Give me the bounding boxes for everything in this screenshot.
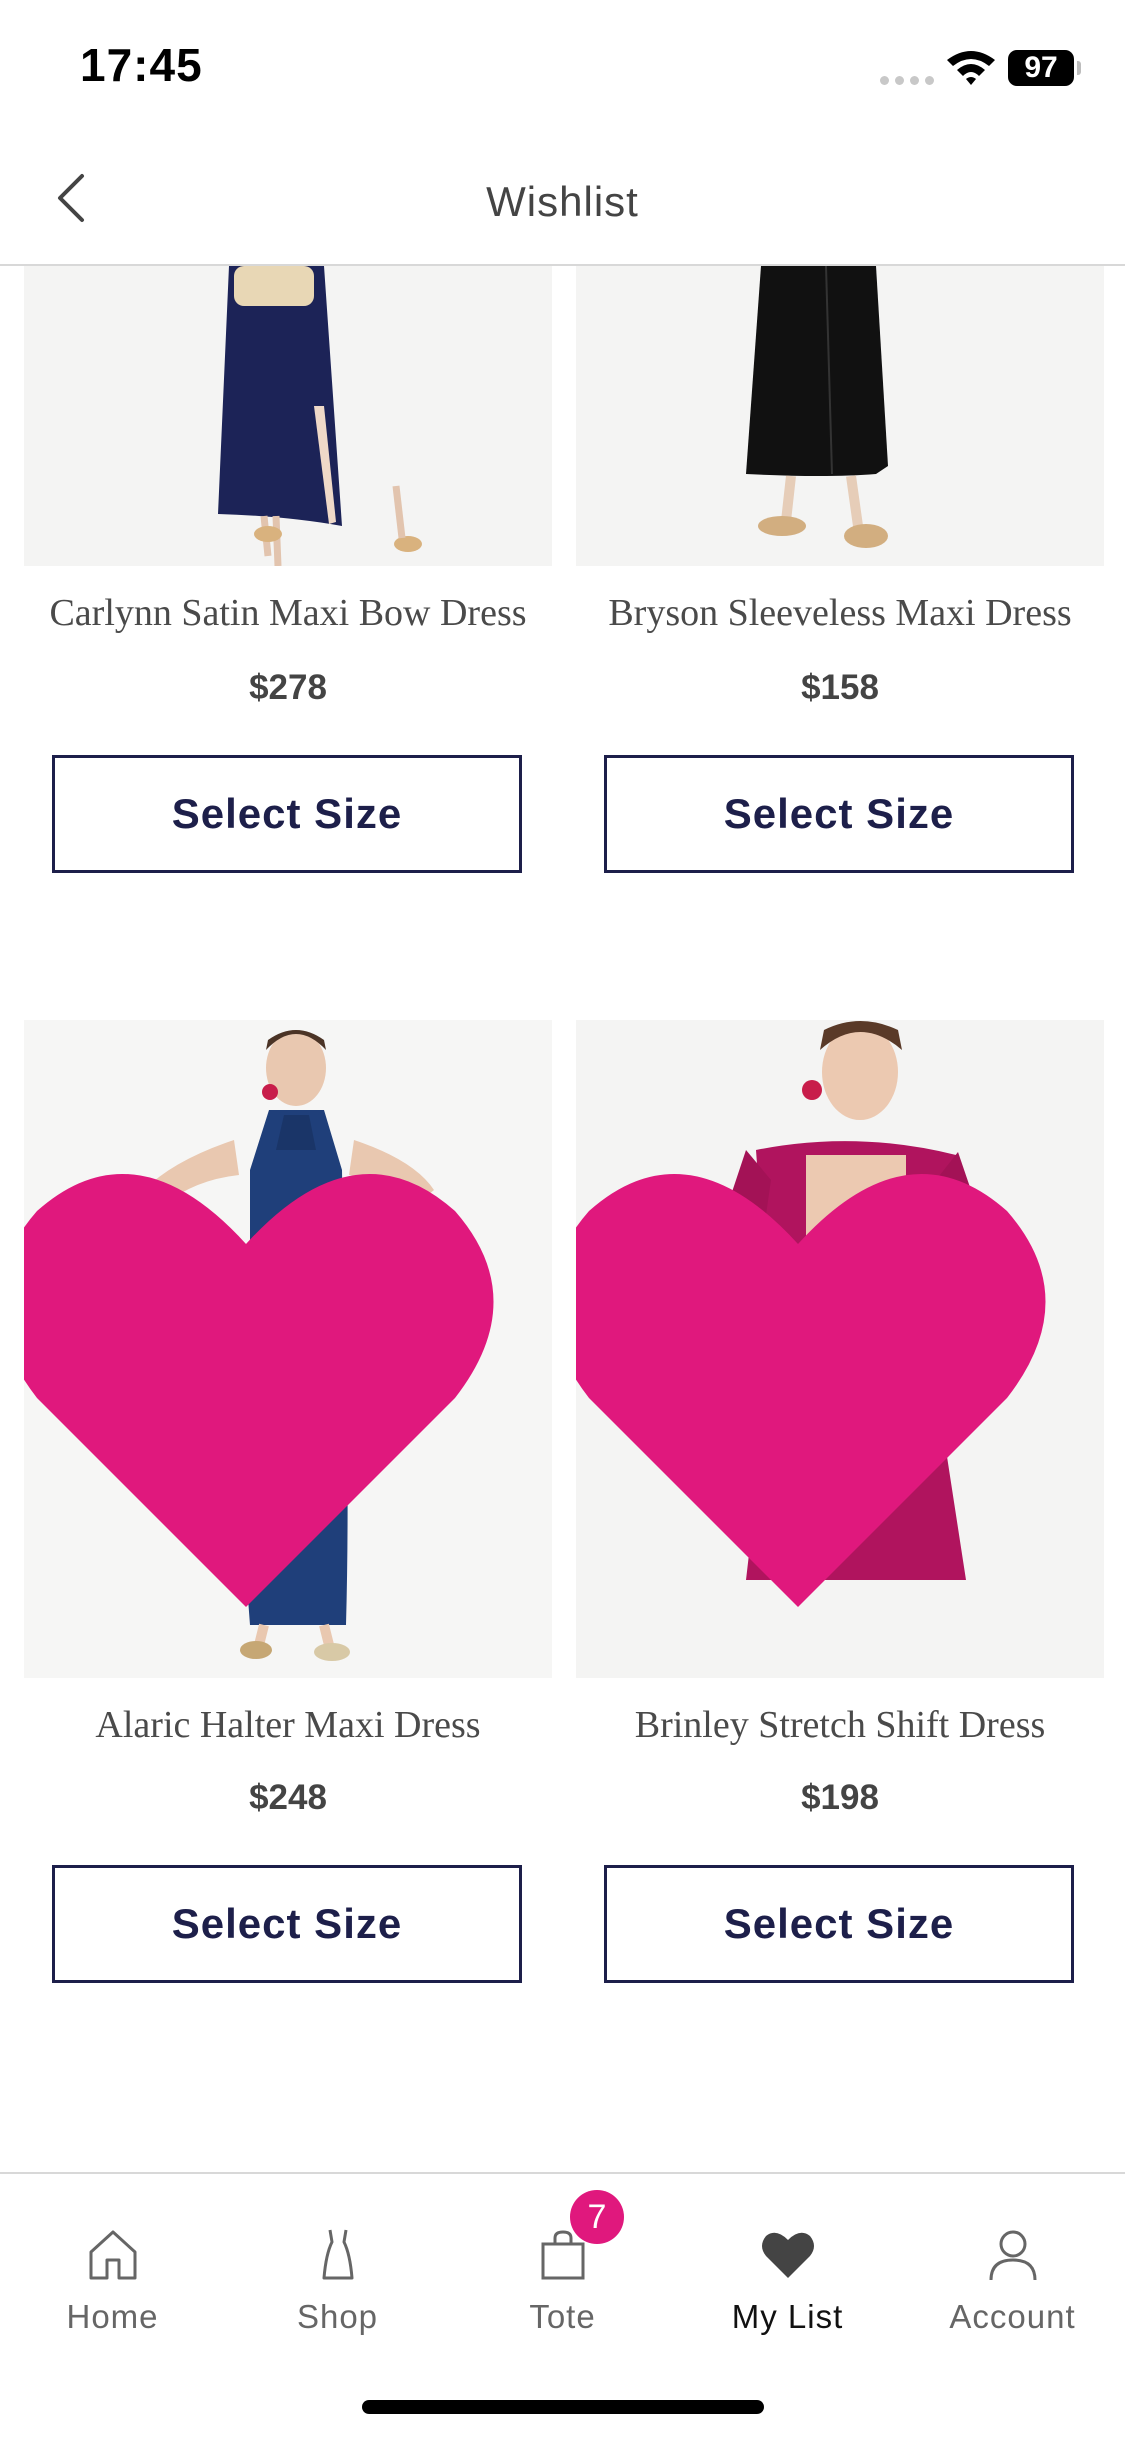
heart-filled-icon[interactable] [576,1058,1062,1678]
product-price: $278 [249,668,327,707]
product-price: $198 [801,1778,879,1817]
tote-count-badge: 7 [570,2190,624,2244]
product-price: $158 [801,668,879,707]
tab-my-list[interactable]: My List [675,2224,900,2336]
status-bar: 17:45 97 [0,0,1125,130]
home-icon [89,2230,136,2280]
select-size-button[interactable]: Select Size [52,755,522,873]
product-price: $248 [249,1778,327,1817]
product-name[interactable]: Alaric Halter Maxi Dress [14,1703,562,1747]
tab-label: My List [731,2298,844,2335]
status-time: 17:45 [80,39,203,91]
battery-cap [1077,61,1081,75]
product-image[interactable] [24,1020,552,1678]
product-image[interactable] [24,266,552,566]
product-name[interactable]: Carlynn Satin Maxi Bow Dress [14,591,562,635]
product-image[interactable] [576,1020,1104,1678]
dress-icon [322,2229,353,2280]
wifi-icon [947,51,995,85]
select-size-button[interactable]: Select Size [604,1865,1074,1983]
navigation-header: Wishlist [0,130,1125,266]
tab-tote[interactable]: Tote [450,2224,675,2336]
tab-label: Tote [529,2298,596,2335]
heart-filled-icon[interactable] [24,1058,510,1678]
battery-icon: 97 [1008,50,1074,86]
product-name[interactable]: Bryson Sleeveless Maxi Dress [566,591,1114,635]
tab-account[interactable]: Account [900,2224,1125,2336]
person-icon [989,2230,1036,2281]
home-indicator[interactable] [362,2400,764,2414]
tab-label: Home [66,2298,159,2335]
wishlist-grid: Carlynn Satin Maxi Bow Dress $278 Select… [0,266,1125,2172]
cellular-signal-icon [880,76,934,85]
heart-icon [761,2232,814,2278]
select-size-button[interactable]: Select Size [604,755,1074,873]
tab-shop[interactable]: Shop [225,2224,450,2336]
page-title: Wishlist [486,178,639,225]
product-image[interactable] [576,266,1104,566]
select-size-button[interactable]: Select Size [52,1865,522,1983]
tab-home[interactable]: Home [0,2224,225,2336]
tab-label: Shop [296,2298,379,2335]
tab-label: Account [949,2298,1076,2335]
bottom-tab-bar: Home Shop Tote My List Account [0,2172,1125,2438]
product-name[interactable]: Brinley Stretch Shift Dress [566,1703,1114,1747]
